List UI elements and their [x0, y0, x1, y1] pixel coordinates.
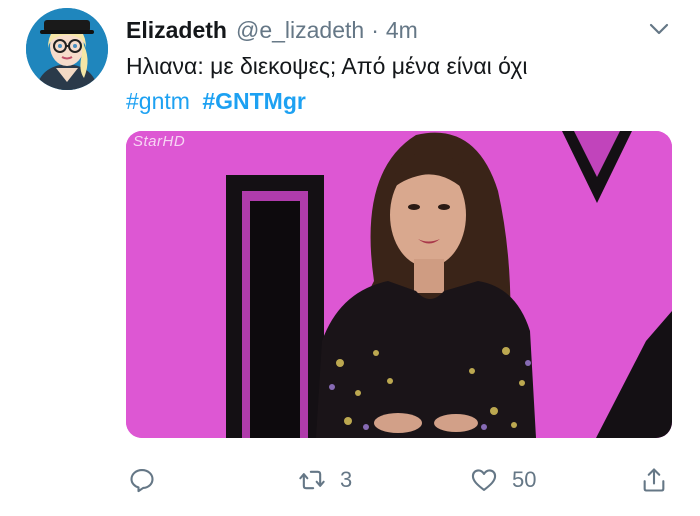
- share-button[interactable]: [640, 466, 668, 494]
- retweet-button[interactable]: 3: [298, 466, 352, 494]
- display-name[interactable]: Elizadeth: [126, 17, 227, 44]
- media-watermark: StarHD: [133, 133, 186, 150]
- media-image: [126, 131, 672, 438]
- reply-button[interactable]: [128, 466, 170, 494]
- tweet[interactable]: Elizadeth @e_lizadeth · 4m Ηλιανα: με δι…: [0, 0, 700, 516]
- heart-icon: [471, 469, 497, 491]
- retweet-icon: [299, 470, 325, 490]
- timestamp[interactable]: 4m: [386, 17, 418, 44]
- tweet-actions: 3 50: [0, 458, 700, 508]
- like-button[interactable]: 50: [470, 466, 536, 494]
- share-icon: [643, 468, 665, 492]
- reply-icon: [130, 469, 154, 493]
- chevron-down-icon[interactable]: [648, 18, 670, 40]
- like-count: 50: [512, 467, 537, 492]
- hashtag-line: #gntm #GNTMgr: [126, 85, 306, 118]
- avatar[interactable]: [26, 8, 108, 90]
- user-handle[interactable]: @e_lizadeth: [236, 17, 364, 44]
- separator-dot: ·: [371, 16, 379, 43]
- hashtag-link[interactable]: #gntm: [126, 88, 190, 114]
- tweet-media[interactable]: StarHD: [126, 131, 672, 438]
- tweet-text: Ηλιανα: με διεκοψες; Από μένα είναι όχι: [126, 53, 528, 79]
- hashtag-link[interactable]: #GNTMgr: [202, 88, 306, 114]
- tweet-header: Elizadeth @e_lizadeth · 4m: [126, 14, 676, 46]
- retweet-count: 3: [340, 467, 353, 492]
